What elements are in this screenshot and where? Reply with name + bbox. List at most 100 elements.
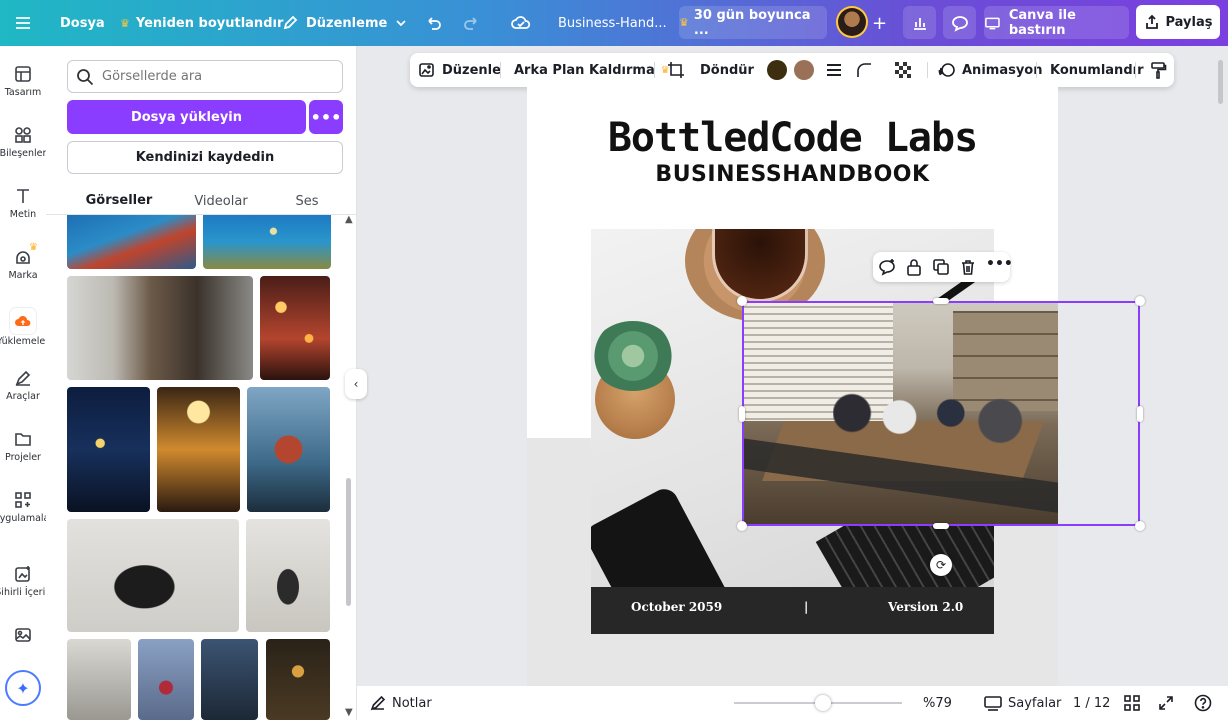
resize-button[interactable]: ♛ Yeniden boyutlandır bbox=[120, 0, 283, 46]
transparency-icon[interactable] bbox=[894, 53, 912, 87]
file-menu[interactable]: Dosya bbox=[60, 0, 105, 46]
animate-button[interactable]: Animasyon bbox=[938, 53, 1043, 87]
corner-rounding-icon[interactable] bbox=[856, 53, 872, 87]
image-thumbnail[interactable] bbox=[157, 387, 240, 512]
notes-icon bbox=[370, 695, 386, 711]
resize-handle[interactable] bbox=[1135, 521, 1145, 531]
pages-icon bbox=[984, 696, 1002, 711]
document-title[interactable]: Business-Hand... bbox=[558, 0, 667, 46]
resize-handle[interactable] bbox=[933, 298, 949, 304]
more-options-icon[interactable]: ••• bbox=[309, 100, 343, 134]
rail-item-design[interactable]: Tasarım bbox=[0, 65, 46, 98]
cloud-saved-icon[interactable] bbox=[511, 0, 531, 46]
rail-item-brand[interactable]: Marka ♛ bbox=[0, 242, 46, 281]
trial-button[interactable]: ♛ 30 gün boyunca ... bbox=[679, 6, 827, 39]
page-title[interactable]: BottledCode Labs bbox=[527, 115, 1058, 161]
resize-handle[interactable] bbox=[933, 523, 949, 529]
image-thumbnail[interactable] bbox=[247, 387, 330, 512]
rail-item-projects[interactable]: Projeler bbox=[0, 430, 46, 463]
more-actions-icon[interactable]: ••• bbox=[986, 256, 1013, 274]
rail-item-tools[interactable]: Araçlar bbox=[0, 369, 46, 402]
rail-item-elements[interactable]: Bileşenler bbox=[0, 126, 46, 159]
image-thumbnail[interactable] bbox=[266, 639, 330, 720]
bg-remove-button[interactable]: Arka Plan Kaldırma ♛ bbox=[514, 53, 670, 87]
rail-item-text[interactable]: Metin bbox=[0, 187, 46, 220]
duplicate-icon[interactable] bbox=[932, 258, 950, 276]
add-collaborator-icon[interactable]: + bbox=[872, 0, 887, 46]
image-thumbnail[interactable] bbox=[67, 519, 239, 632]
edit-mode-button[interactable]: Düzenleme bbox=[282, 0, 407, 46]
selection-frame[interactable] bbox=[742, 301, 1140, 526]
grid-view-icon[interactable] bbox=[1124, 686, 1140, 720]
image-thumbnail[interactable] bbox=[201, 639, 258, 720]
image-thumbnail[interactable] bbox=[203, 215, 331, 269]
share-button[interactable]: Paylaş bbox=[1136, 5, 1220, 39]
pages-button[interactable]: Sayfalar bbox=[984, 686, 1061, 720]
toolbar-divider bbox=[500, 62, 501, 78]
notes-button[interactable]: Notlar bbox=[370, 686, 432, 720]
page-counter[interactable]: 1 / 12 bbox=[1073, 686, 1110, 720]
paint-format-icon[interactable] bbox=[1149, 53, 1167, 87]
resize-handle[interactable] bbox=[1135, 296, 1145, 306]
tab-videos[interactable]: Videolar bbox=[171, 186, 271, 216]
image-thumbnail[interactable] bbox=[67, 215, 196, 269]
delete-icon[interactable] bbox=[959, 258, 977, 276]
resize-handle[interactable] bbox=[1137, 406, 1143, 422]
rotate-handle[interactable]: ⟳ bbox=[930, 554, 952, 576]
rail-item-uploads[interactable]: Yüklemeler bbox=[0, 308, 49, 347]
flip-button[interactable]: Döndür bbox=[700, 53, 754, 87]
comment-icon[interactable] bbox=[943, 6, 976, 39]
tab-audio[interactable]: Ses bbox=[271, 186, 343, 216]
succulent bbox=[591, 321, 675, 391]
menu-icon[interactable] bbox=[14, 0, 32, 46]
image-thumbnail[interactable] bbox=[246, 519, 330, 632]
resize-handle[interactable] bbox=[737, 296, 747, 306]
element-actions-bar: ••• bbox=[873, 252, 1013, 282]
print-button[interactable]: Canva ile bastırın bbox=[984, 6, 1129, 39]
footer-bar[interactable]: October 2059 | Version 2.0 bbox=[591, 587, 994, 634]
undo-icon[interactable] bbox=[424, 0, 442, 46]
canvas-scrollbar[interactable] bbox=[1218, 60, 1223, 104]
lock-icon[interactable] bbox=[905, 258, 923, 276]
image-thumbnail[interactable] bbox=[67, 276, 253, 380]
toolbar-divider bbox=[1036, 62, 1037, 78]
avatar[interactable] bbox=[836, 6, 868, 38]
collapse-panel-button[interactable]: ‹ bbox=[345, 369, 367, 399]
color-swatch[interactable] bbox=[794, 53, 814, 87]
scroll-down-icon[interactable]: ▼ bbox=[345, 707, 353, 718]
resize-handle[interactable] bbox=[739, 406, 745, 422]
search-box[interactable] bbox=[67, 60, 343, 93]
phone bbox=[591, 484, 741, 587]
image-thumbnail[interactable] bbox=[260, 276, 330, 380]
scroll-up-icon[interactable]: ▲ bbox=[345, 214, 353, 225]
resize-handle[interactable] bbox=[737, 521, 747, 531]
add-comment-icon[interactable] bbox=[878, 258, 896, 276]
edit-image-button[interactable]: Düzenle bbox=[418, 53, 501, 87]
page-subtitle[interactable]: BUSINESSHANDBOOK bbox=[527, 162, 1058, 187]
rail-item-apps[interactable]: Uygulamalar bbox=[0, 491, 53, 524]
panel-scrollbar[interactable] bbox=[346, 478, 351, 606]
date-text[interactable]: October 2059 bbox=[631, 600, 722, 614]
help-icon[interactable] bbox=[1194, 686, 1212, 720]
record-button[interactable]: Kendinizi kaydedin bbox=[67, 141, 343, 174]
rail-item-images[interactable] bbox=[0, 626, 46, 648]
zoom-level[interactable]: %79 bbox=[923, 686, 952, 720]
redo-icon[interactable] bbox=[463, 0, 481, 46]
analytics-icon[interactable] bbox=[903, 6, 936, 39]
tab-images[interactable]: Görseller bbox=[67, 186, 171, 216]
magic-assistant-icon[interactable]: ✦ bbox=[5, 670, 41, 706]
fullscreen-icon[interactable] bbox=[1158, 686, 1174, 720]
image-thumbnail[interactable] bbox=[138, 639, 194, 720]
footer-divider: | bbox=[804, 600, 809, 614]
image-thumbnail[interactable] bbox=[67, 639, 131, 720]
image-thumbnail[interactable] bbox=[67, 387, 150, 512]
upload-button[interactable]: Dosya yükleyin bbox=[67, 100, 306, 134]
color-swatch[interactable] bbox=[767, 53, 787, 87]
rail-item-magic-media[interactable]: Sihirli İçerik bbox=[0, 565, 51, 598]
search-input[interactable] bbox=[102, 69, 322, 84]
border-style-icon[interactable] bbox=[826, 53, 842, 87]
position-button[interactable]: Konumlandır bbox=[1050, 53, 1144, 87]
zoom-slider-thumb[interactable] bbox=[815, 695, 831, 711]
crop-icon[interactable] bbox=[667, 53, 685, 87]
version-text[interactable]: Version 2.0 bbox=[888, 600, 963, 614]
